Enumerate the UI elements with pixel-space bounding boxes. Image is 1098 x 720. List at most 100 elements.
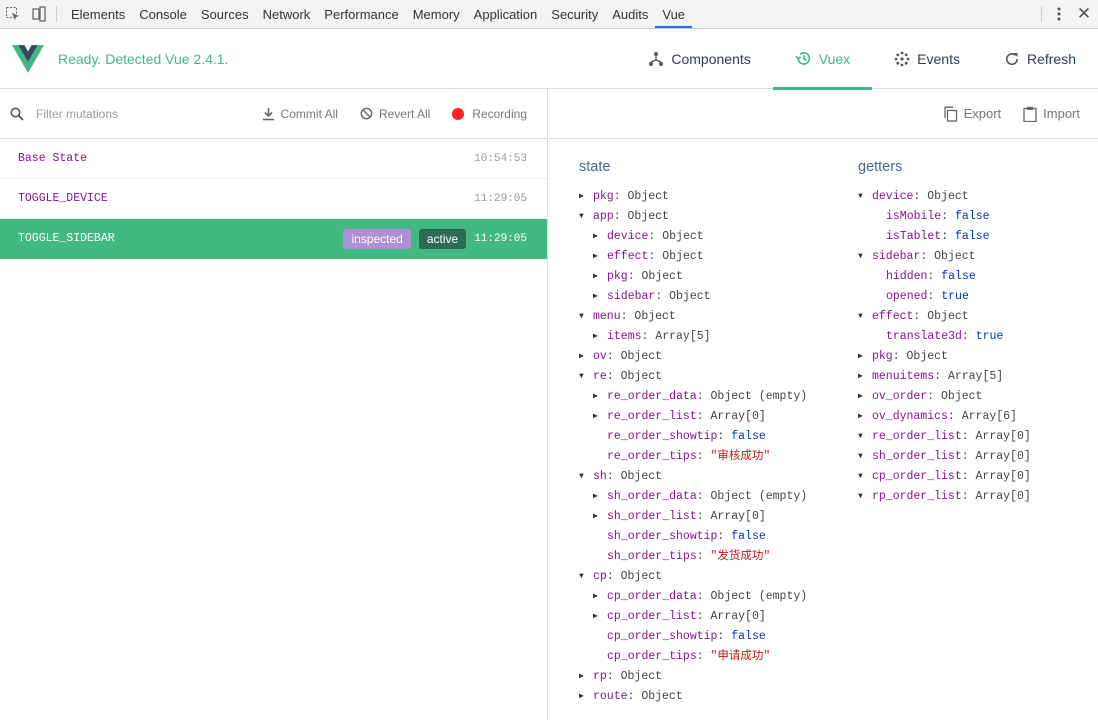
tree-colon: : — [961, 450, 976, 463]
caret-right-icon[interactable]: ▶ — [593, 227, 607, 247]
caret-down-icon[interactable]: ▼ — [858, 447, 872, 467]
tree-row-pkg[interactable]: ▶ pkg: Object — [579, 267, 807, 287]
tree-row-pkg[interactable]: ▶ pkg: Object — [858, 347, 1031, 367]
nav-events[interactable]: Events — [872, 29, 982, 89]
nav-refresh[interactable]: Refresh — [982, 29, 1098, 89]
tree-row-effect[interactable]: ▼ effect: Object — [858, 307, 1031, 327]
device-toolbar-icon[interactable] — [26, 0, 52, 28]
caret-right-icon[interactable]: ▶ — [593, 587, 607, 607]
tree-row-sh[interactable]: ▼ sh: Object — [579, 467, 807, 487]
tree-row-cp[interactable]: ▼ cp: Object — [579, 567, 807, 587]
tree-row-pkg[interactable]: ▶ pkg: Object — [579, 187, 807, 207]
recording-toggle[interactable]: Recording — [452, 107, 527, 121]
tree-row-rp-order-list[interactable]: ▼ rp_order_list: Array[0] — [858, 487, 1031, 507]
caret-right-icon[interactable]: ▶ — [858, 367, 872, 387]
commit-all-button[interactable]: Commit All — [262, 107, 338, 121]
tree-row-sidebar[interactable]: ▼ sidebar: Object — [858, 247, 1031, 267]
tree-key: cp_order_list — [872, 470, 962, 483]
more-options-icon[interactable] — [1048, 0, 1070, 28]
tree-row-re[interactable]: ▼ re: Object — [579, 367, 807, 387]
mutation-row-toggle-device[interactable]: TOGGLE_DEVICE 11:29:05 — [0, 179, 547, 219]
caret-down-icon[interactable]: ▼ — [579, 467, 593, 487]
tree-key: sidebar — [607, 290, 656, 303]
tree-row-menuitems[interactable]: ▶ menuitems: Array[5] — [858, 367, 1031, 387]
caret-right-icon[interactable]: ▶ — [579, 347, 593, 367]
caret-right-icon[interactable]: ▶ — [593, 327, 607, 347]
tree-row-route[interactable]: ▶ route: Object — [579, 687, 807, 707]
tree-row-device[interactable]: ▶ device: Object — [579, 227, 807, 247]
caret-right-icon[interactable]: ▶ — [593, 407, 607, 427]
tab-security[interactable]: Security — [544, 0, 605, 28]
caret-down-icon[interactable]: ▼ — [579, 307, 593, 327]
tree-row-items[interactable]: ▶ items: Array[5] — [579, 327, 807, 347]
nav-vuex[interactable]: Vuex — [772, 29, 873, 90]
caret-down-icon[interactable]: ▼ — [579, 567, 593, 587]
tree-row-cp-order-list[interactable]: ▶ cp_order_list: Array[0] — [579, 607, 807, 627]
tree-row-effect[interactable]: ▶ effect: Object — [579, 247, 807, 267]
tab-sources[interactable]: Sources — [194, 0, 256, 28]
caret-right-icon[interactable]: ▶ — [579, 687, 593, 707]
tab-vue[interactable]: Vue — [655, 0, 693, 28]
caret-right-icon[interactable]: ▶ — [593, 267, 607, 287]
tree-value: true — [941, 290, 969, 303]
tree-colon: : — [627, 690, 642, 703]
tree-row-re-order-list[interactable]: ▶ re_order_list: Array[0] — [579, 407, 807, 427]
caret-right-icon[interactable]: ▶ — [593, 287, 607, 307]
tree-row-app[interactable]: ▼ app: Object — [579, 207, 807, 227]
caret-right-icon[interactable]: ▶ — [593, 507, 607, 527]
tab-elements[interactable]: Elements — [64, 0, 132, 28]
tree-row-ov[interactable]: ▶ ov: Object — [579, 347, 807, 367]
caret-right-icon[interactable]: ▶ — [593, 607, 607, 627]
mutations-toolbar: Commit All Revert All Recording — [0, 89, 547, 139]
caret-right-icon[interactable]: ▶ — [593, 387, 607, 407]
caret-down-icon[interactable]: ▼ — [858, 187, 872, 207]
tree-row-cp-order-data[interactable]: ▶ cp_order_data: Object (empty) — [579, 587, 807, 607]
tab-memory[interactable]: Memory — [406, 0, 467, 28]
import-button[interactable]: Import — [1023, 106, 1080, 122]
filter-mutations-input[interactable] — [36, 106, 226, 121]
caret-down-icon[interactable]: ▼ — [858, 307, 872, 327]
caret-right-icon[interactable]: ▶ — [593, 247, 607, 267]
caret-down-icon[interactable]: ▼ — [858, 427, 872, 447]
close-devtools-icon[interactable]: ✕ — [1070, 0, 1098, 28]
mutation-row-toggle-sidebar[interactable]: TOGGLE_SIDEBAR inspected active 11:29:05 — [0, 219, 547, 259]
tree-row-ov-dynamics[interactable]: ▶ ov_dynamics: Array[6] — [858, 407, 1031, 427]
tree-row-menu[interactable]: ▼ menu: Object — [579, 307, 807, 327]
caret-down-icon[interactable]: ▼ — [579, 367, 593, 387]
tab-audits[interactable]: Audits — [605, 0, 655, 28]
tree-row-sh-order-list[interactable]: ▶ sh_order_list: Array[0] — [579, 507, 807, 527]
devtools-tab-strip: Elements Console Sources Network Perform… — [0, 0, 1098, 29]
tab-console[interactable]: Console — [132, 0, 194, 28]
record-dot-icon — [452, 107, 465, 120]
tab-network[interactable]: Network — [256, 0, 318, 28]
inspector-content: state ▶ pkg: Object ▼ app: Object ▶ device: O… — [549, 139, 1098, 720]
getters-column: getters ▼ device: Object isMobile: false is… — [858, 159, 1031, 507]
caret-down-icon[interactable]: ▼ — [579, 207, 593, 227]
tree-row-device[interactable]: ▼ device: Object — [858, 187, 1031, 207]
tree-row-re-order-data[interactable]: ▶ re_order_data: Object (empty) — [579, 387, 807, 407]
tree-key: menuitems — [872, 370, 935, 383]
inspect-element-icon[interactable] — [0, 0, 26, 28]
tab-application[interactable]: Application — [467, 0, 545, 28]
tree-row-rp[interactable]: ▶ rp: Object — [579, 667, 807, 687]
mutation-row-base-state[interactable]: Base State 10:54:53 — [0, 139, 547, 179]
caret-down-icon[interactable]: ▼ — [858, 247, 872, 267]
tree-row-cp-order-list[interactable]: ▼ cp_order_list: Array[0] — [858, 467, 1031, 487]
caret-right-icon[interactable]: ▶ — [593, 487, 607, 507]
revert-all-button[interactable]: Revert All — [360, 107, 430, 121]
tree-row-sidebar[interactable]: ▶ sidebar: Object — [579, 287, 807, 307]
tab-performance[interactable]: Performance — [317, 0, 405, 28]
tree-row-ov-order[interactable]: ▶ ov_order: Object — [858, 387, 1031, 407]
nav-components[interactable]: Components — [626, 29, 772, 89]
caret-right-icon[interactable]: ▶ — [579, 187, 593, 207]
caret-right-icon[interactable]: ▶ — [579, 667, 593, 687]
caret-right-icon[interactable]: ▶ — [858, 387, 872, 407]
caret-down-icon[interactable]: ▼ — [858, 487, 872, 507]
caret-right-icon[interactable]: ▶ — [858, 347, 872, 367]
caret-down-icon[interactable]: ▼ — [858, 467, 872, 487]
tree-row-sh-order-list[interactable]: ▼ sh_order_list: Array[0] — [858, 447, 1031, 467]
caret-right-icon[interactable]: ▶ — [858, 407, 872, 427]
tree-row-sh-order-data[interactable]: ▶ sh_order_data: Object (empty) — [579, 487, 807, 507]
tree-row-re-order-list[interactable]: ▼ re_order_list: Array[0] — [858, 427, 1031, 447]
export-button[interactable]: Export — [943, 106, 1001, 122]
